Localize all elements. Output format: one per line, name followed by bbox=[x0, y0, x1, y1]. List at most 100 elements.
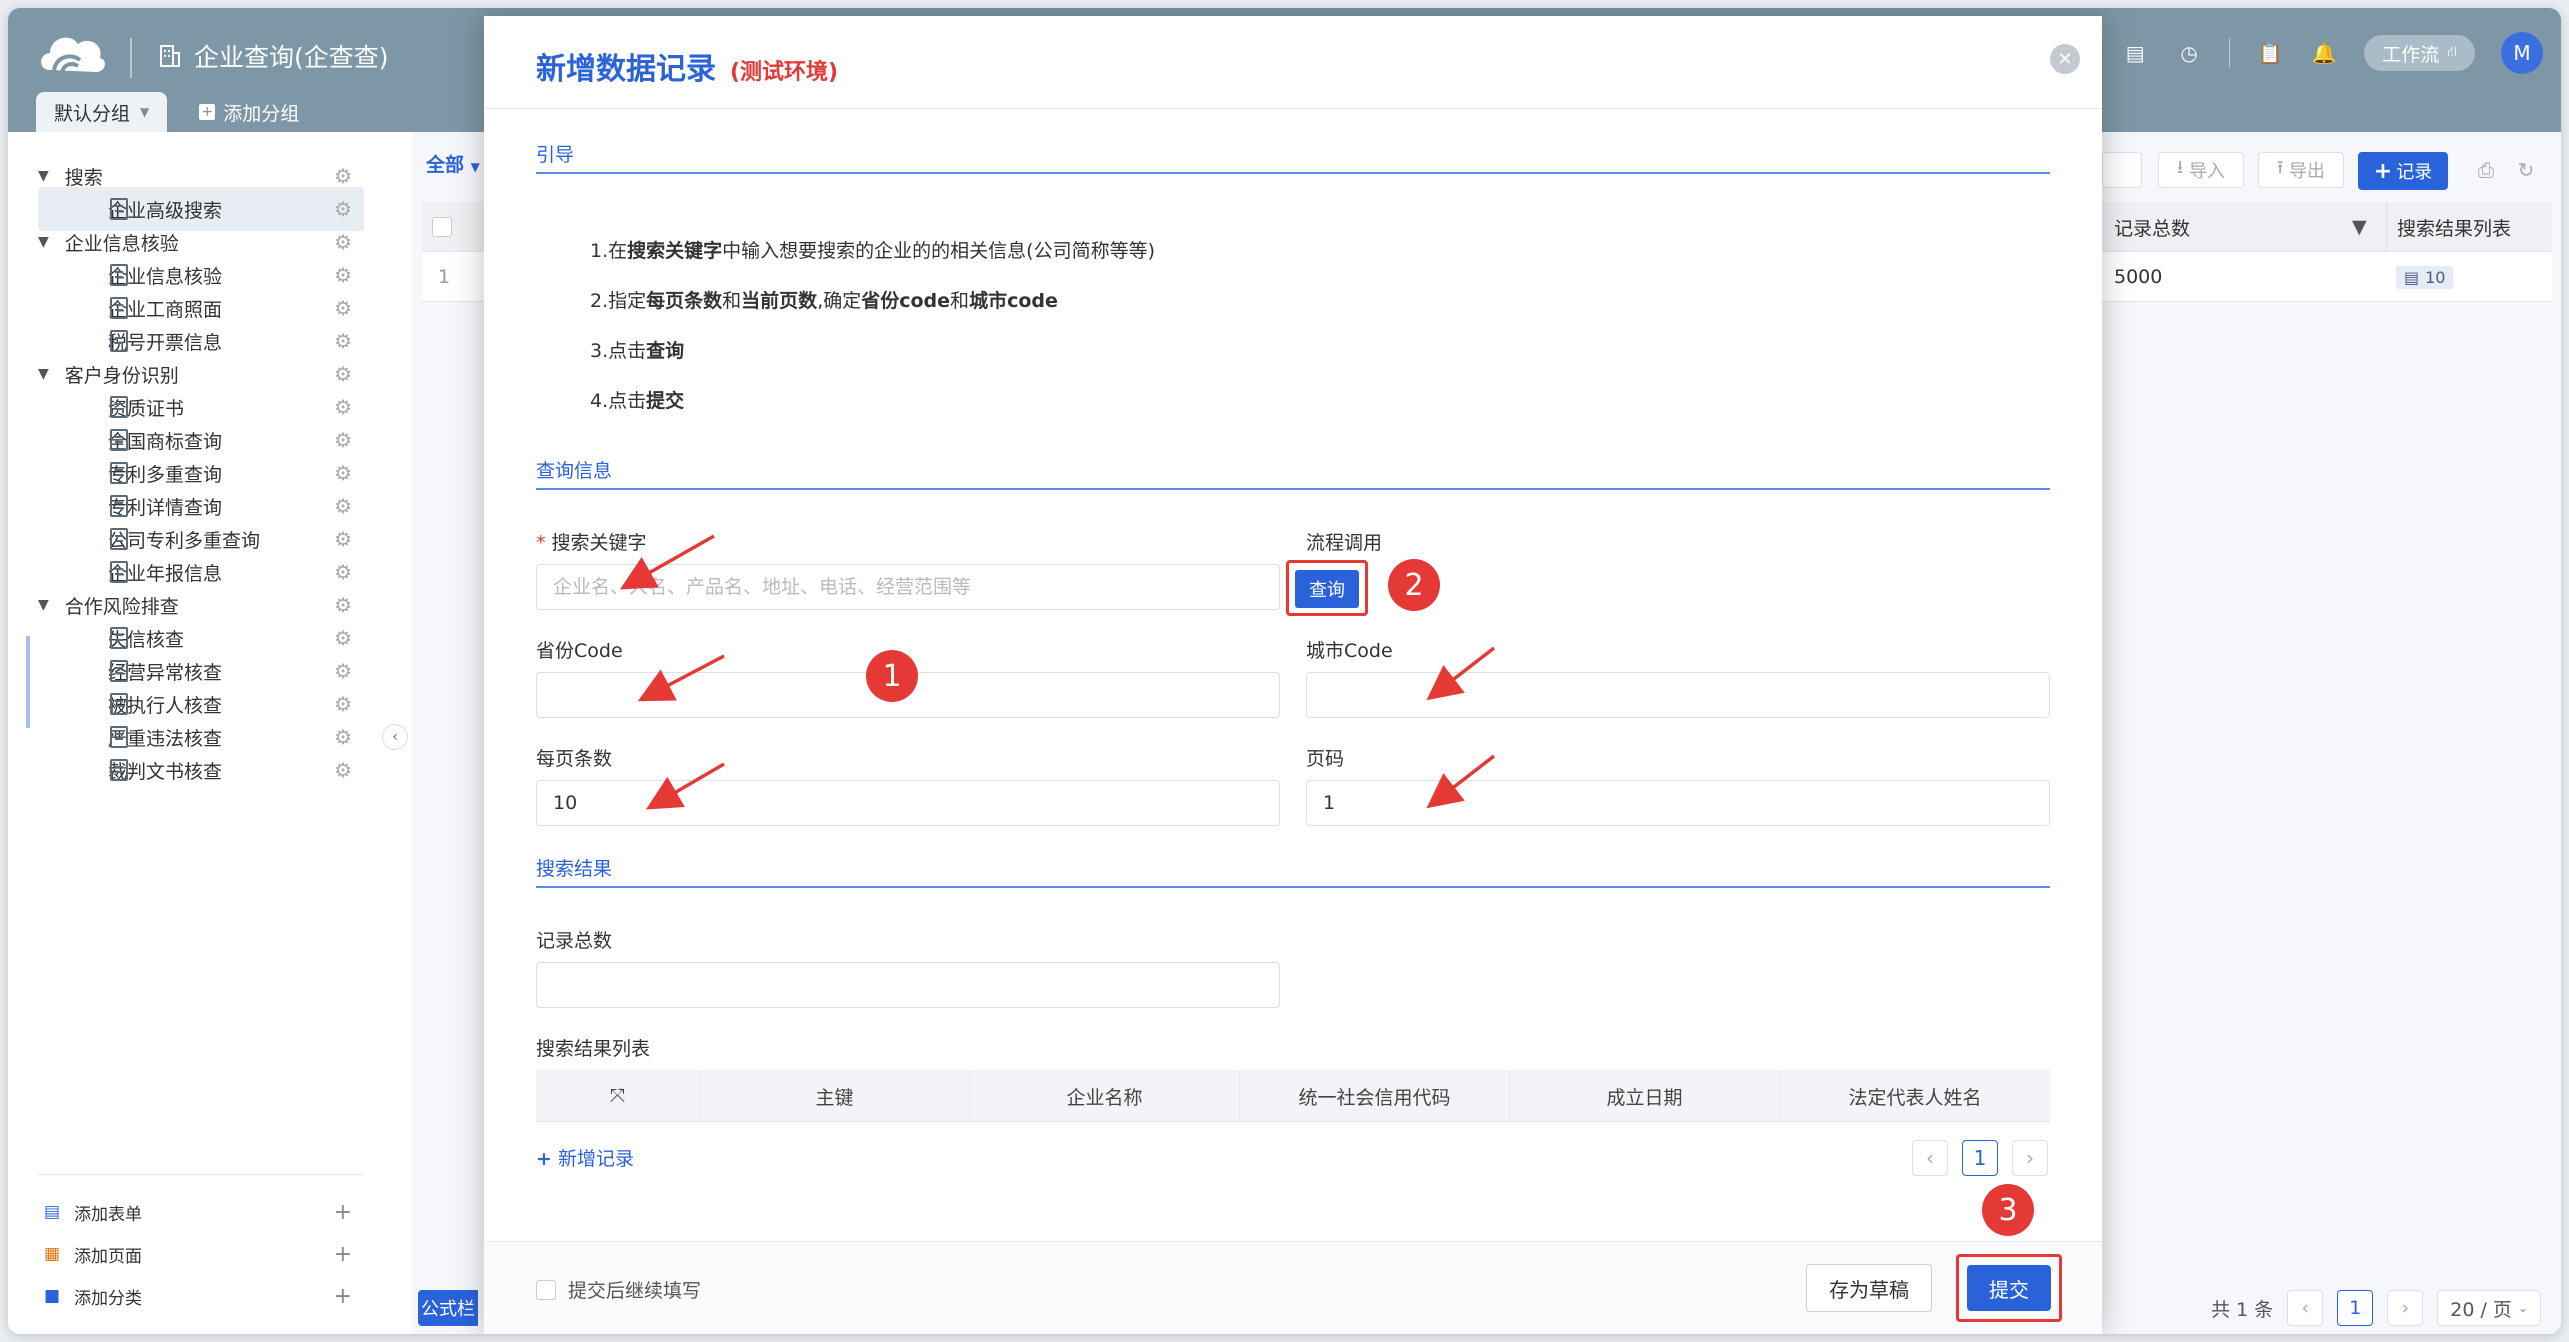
gear-icon[interactable]: ⚙ bbox=[334, 461, 352, 485]
prev-page-button[interactable]: ‹ bbox=[2287, 1290, 2324, 1326]
modal-title: 新增数据记录 (测试环境) bbox=[536, 44, 838, 88]
refresh-icon[interactable]: ↻ bbox=[2512, 156, 2540, 184]
form-icon bbox=[110, 759, 128, 781]
tab-default-group[interactable]: 默认分组 ▼ bbox=[36, 92, 168, 132]
next-page-button[interactable]: › bbox=[2012, 1140, 2048, 1176]
collapse-sidebar-button[interactable]: ‹ bbox=[382, 724, 408, 750]
cell-total: 5000 bbox=[2114, 266, 2163, 288]
keyword-label: * 搜索关键字 bbox=[536, 528, 647, 555]
gear-icon[interactable]: ⚙ bbox=[334, 758, 352, 782]
gear-icon[interactable]: ⚙ bbox=[334, 296, 352, 320]
gear-icon[interactable]: ⚙ bbox=[334, 164, 352, 188]
gear-icon[interactable]: ⚙ bbox=[334, 230, 352, 254]
prev-page-button[interactable]: ‹ bbox=[1912, 1140, 1948, 1176]
gear-icon[interactable]: ⚙ bbox=[334, 593, 352, 617]
annotation-badge-2: 2 bbox=[1388, 559, 1440, 611]
select-all-checkbox[interactable] bbox=[432, 202, 452, 252]
chevron-down-icon: ⌄ bbox=[2517, 1301, 2528, 1315]
gear-icon[interactable]: ⚙ bbox=[334, 263, 352, 287]
gear-icon[interactable]: ⚙ bbox=[334, 197, 352, 221]
add-record-button[interactable]: + 记录 bbox=[2358, 152, 2448, 190]
gear-icon[interactable]: ⚙ bbox=[334, 329, 352, 353]
formula-bar-button[interactable]: 公式栏 bbox=[418, 1290, 478, 1326]
gear-icon[interactable]: ⚙ bbox=[334, 560, 352, 584]
sort-caret-icon[interactable]: ▼ bbox=[2352, 202, 2367, 252]
pagination: 共 1 条 ‹ 1 › 20 / 页 ⌄ bbox=[2211, 1290, 2541, 1326]
search-box[interactable] bbox=[2102, 152, 2142, 188]
gear-icon[interactable]: ⚙ bbox=[334, 659, 352, 683]
filter-all-tab[interactable]: 全部 ▼ bbox=[426, 150, 480, 177]
divider bbox=[38, 1174, 364, 1175]
avatar[interactable]: M bbox=[2501, 32, 2543, 74]
gear-icon[interactable]: ⚙ bbox=[334, 527, 352, 551]
gear-icon[interactable]: ⚙ bbox=[334, 494, 352, 518]
cell-result-list[interactable]: ▤ 10 bbox=[2396, 252, 2454, 302]
form-icon bbox=[110, 660, 128, 682]
gear-icon[interactable]: ⚙ bbox=[334, 428, 352, 452]
add-subrecord-button[interactable]: + 新增记录 bbox=[536, 1144, 634, 1171]
city-code-input[interactable] bbox=[1306, 672, 2050, 718]
sidebar-item[interactable]: 裁判文书核查 ⚙ bbox=[38, 748, 364, 792]
bell-icon[interactable]: 🔔 bbox=[2310, 39, 2338, 67]
submit-button[interactable]: 提交 bbox=[1967, 1265, 2051, 1311]
total-records-input[interactable] bbox=[536, 962, 1280, 1008]
clipboard-icon[interactable]: 📋 bbox=[2256, 39, 2284, 67]
plus-icon: + bbox=[536, 1148, 552, 1170]
page-size-input[interactable]: 10 bbox=[536, 780, 1280, 826]
guide-bold: 查询 bbox=[646, 340, 685, 362]
section-title-result: 搜索结果 bbox=[536, 858, 613, 880]
page-number-input[interactable]: 1 bbox=[1306, 780, 2050, 826]
close-icon[interactable]: ✕ bbox=[2050, 44, 2080, 74]
column-header[interactable]: 搜索结果列表 bbox=[2386, 202, 2546, 252]
gear-icon[interactable]: ⚙ bbox=[334, 626, 352, 650]
expand-icon[interactable]: ⤧ bbox=[536, 1070, 700, 1122]
list-icon: ▤ bbox=[2404, 267, 2420, 287]
section-title-query: 查询信息 bbox=[536, 460, 613, 482]
guide-text: 3.点击 bbox=[590, 340, 647, 362]
export-button[interactable]: ⭱ 导出 bbox=[2258, 152, 2344, 188]
section-divider bbox=[536, 488, 2050, 490]
gear-icon[interactable]: ⚙ bbox=[334, 692, 352, 716]
tab-label: 默认分组 bbox=[54, 102, 131, 125]
guide-bold: 搜索关键字 bbox=[627, 240, 723, 262]
import-button[interactable]: ⭳ 导入 bbox=[2158, 152, 2244, 188]
continue-checkbox[interactable] bbox=[536, 1280, 556, 1300]
app-title: 企业查询(企查查) bbox=[158, 38, 389, 74]
document-icon[interactable]: ▤ bbox=[2121, 39, 2149, 67]
add-category-button[interactable]: ■ 添加分类 + bbox=[44, 1278, 364, 1314]
form-icon bbox=[110, 528, 128, 550]
sidebar-item-label: 公司专利多重查询 bbox=[108, 529, 261, 552]
subtable-pagination: ‹ 1 › bbox=[1912, 1140, 2048, 1176]
add-page-button[interactable]: ▦ 添加页面 + bbox=[44, 1236, 364, 1272]
gear-icon[interactable]: ⚙ bbox=[334, 362, 352, 386]
caret-down-icon: ▼ bbox=[140, 105, 150, 119]
next-page-button[interactable]: › bbox=[2387, 1290, 2424, 1326]
add-group-button[interactable]: + 添加分组 bbox=[181, 92, 317, 132]
gear-icon[interactable]: ⚙ bbox=[334, 725, 352, 749]
annotation-badge-3: 3 bbox=[1982, 1184, 2034, 1236]
query-button[interactable]: 查询 bbox=[1295, 570, 1359, 608]
save-draft-button[interactable]: 存为草稿 bbox=[1806, 1264, 1932, 1312]
chevron-left-icon: ‹ bbox=[392, 729, 398, 745]
form-icon: ▤ bbox=[44, 1202, 61, 1222]
add-form-button[interactable]: ▤ 添加表单 + bbox=[44, 1194, 364, 1230]
building-icon bbox=[160, 45, 180, 67]
workflow-button[interactable]: 工作流 ⛙ bbox=[2364, 35, 2475, 71]
export-label: 导出 bbox=[2289, 161, 2326, 182]
keyword-input[interactable] bbox=[536, 564, 1280, 610]
guide-text: 中输入想要搜索的企业的的相关信息(公司简称等等) bbox=[722, 240, 1155, 262]
sidebar-group-label: 搜索 bbox=[64, 166, 103, 189]
page-number[interactable]: 1 bbox=[2337, 1290, 2374, 1326]
gear-icon[interactable]: ⚙ bbox=[334, 395, 352, 419]
column-header[interactable]: 记录总数 bbox=[2114, 202, 2190, 252]
guide-bold: 城市code bbox=[969, 290, 1058, 312]
page-size-select[interactable]: 20 / 页 ⌄ bbox=[2437, 1290, 2541, 1326]
print-icon[interactable]: ⎙ bbox=[2472, 156, 2500, 184]
form-icon bbox=[110, 462, 128, 484]
page-number[interactable]: 1 bbox=[1962, 1140, 1998, 1176]
folder-icon: ■ bbox=[44, 1286, 61, 1306]
guide-line-3: 3.点击查询 bbox=[590, 336, 684, 363]
import-label: 导入 bbox=[2189, 161, 2226, 182]
result-count-tag[interactable]: ▤ 10 bbox=[2396, 265, 2454, 289]
clock-icon[interactable]: ◷ bbox=[2175, 39, 2203, 67]
